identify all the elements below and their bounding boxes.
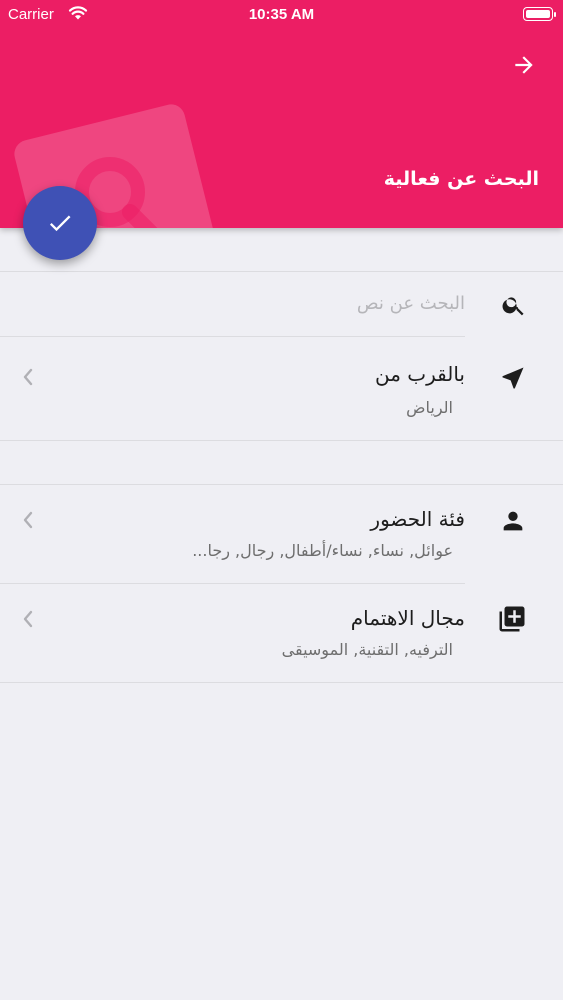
filter-value: الترفيه, التقنية, الموسيقى <box>281 640 453 659</box>
divider <box>0 440 563 441</box>
divider <box>0 682 563 683</box>
filter-value: الرياض <box>406 398 453 417</box>
chevron-left-icon <box>23 368 33 386</box>
divider <box>0 336 465 337</box>
battery-icon <box>523 7 553 21</box>
search-row[interactable] <box>0 272 563 336</box>
navigation-arrow-icon <box>502 367 524 389</box>
check-icon <box>49 215 71 232</box>
filter-row-attendance[interactable]: فئة الحضور عوائل, نساء, نساء/أطفال, رجال… <box>0 485 563 583</box>
filter-row-interest[interactable]: مجال الاهتمام الترفيه, التقنية, الموسيقى <box>0 584 563 682</box>
status-time: 10:35 AM <box>248 6 315 23</box>
confirm-fab-button[interactable] <box>23 186 97 260</box>
filter-title: فئة الحضور <box>370 507 465 531</box>
search-input[interactable] <box>205 286 465 320</box>
filter-title: مجال الاهتمام <box>350 606 465 630</box>
filter-value: عوائل, نساء, نساء/أطفال, رجال, رجا... <box>192 541 453 560</box>
status-bar: Carrier 10:35 AM <box>0 0 563 30</box>
arrow-right-icon[interactable] <box>511 52 537 82</box>
app-header: البحث عن فعالية <box>0 0 563 228</box>
filter-title: بالقرب من <box>374 362 465 386</box>
chevron-left-icon <box>23 610 33 628</box>
filter-row-location[interactable]: بالقرب من الرياض <box>0 338 563 440</box>
search-icon <box>502 297 524 316</box>
battery-tip <box>554 12 556 17</box>
page-title: البحث عن فعالية <box>383 168 539 190</box>
library-add-icon <box>499 606 525 632</box>
person-icon <box>503 511 523 531</box>
chevron-left-icon <box>23 511 33 529</box>
